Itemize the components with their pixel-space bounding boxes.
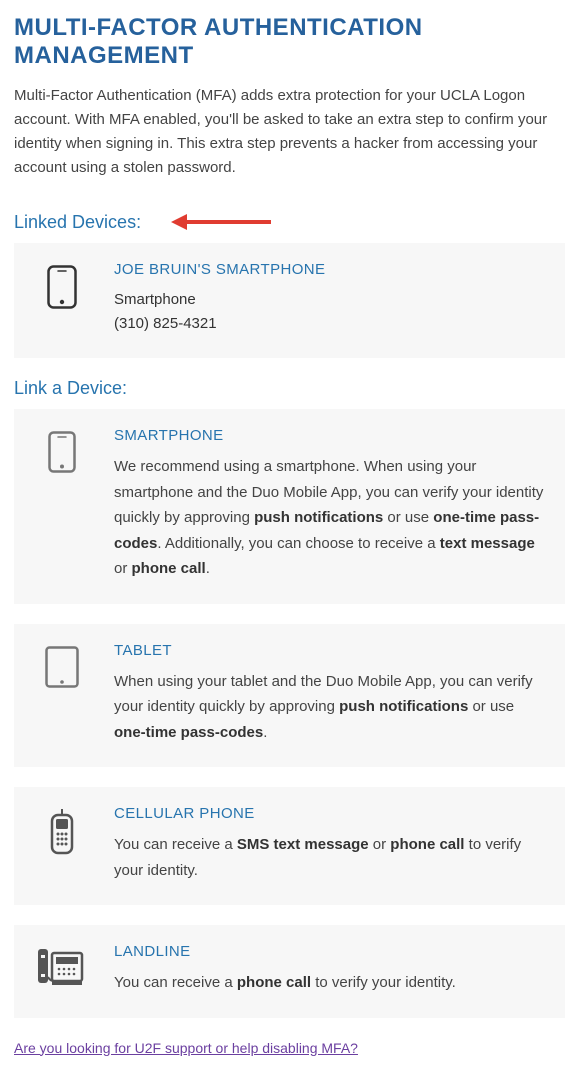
option-desc: When using your tablet and the Duo Mobil… [114, 669, 547, 746]
page-title: MULTI-FACTOR AUTHENTICATION MANAGEMENT [14, 14, 565, 70]
linked-device-number: (310) 825-4321 [114, 312, 547, 336]
option-title: TABLET [114, 642, 547, 659]
option-title: SMARTPHONE [114, 427, 547, 444]
u2f-help-link[interactable]: Are you looking for U2F support or help … [14, 1040, 358, 1056]
linked-device-type: Smartphone [114, 288, 547, 312]
link-option-tablet[interactable]: TABLET When using your tablet and the Du… [14, 624, 565, 768]
linked-device-card[interactable]: JOE BRUIN'S SMARTPHONE Smartphone (310) … [14, 243, 565, 358]
link-a-device-header: Link a Device: [14, 378, 565, 399]
intro-text: Multi-Factor Authentication (MFA) adds e… [14, 84, 565, 180]
option-desc: You can receive a phone call to verify y… [114, 970, 547, 996]
link-option-smartphone[interactable]: SMARTPHONE We recommend using a smartpho… [14, 409, 565, 604]
linked-devices-header: Linked Devices: [14, 212, 141, 233]
option-desc: We recommend using a smartphone. When us… [114, 454, 547, 582]
smartphone-icon [47, 265, 77, 309]
smartphone-icon [48, 431, 76, 473]
landline-icon [38, 947, 86, 987]
cellular-phone-icon [50, 809, 74, 855]
link-option-cellular[interactable]: CELLULAR PHONE You can receive a SMS tex… [14, 787, 565, 905]
linked-device-title: JOE BRUIN'S SMARTPHONE [114, 261, 547, 278]
link-option-landline[interactable]: LANDLINE You can receive a phone call to… [14, 925, 565, 1018]
option-title: CELLULAR PHONE [114, 805, 547, 822]
tablet-icon [45, 646, 79, 688]
annotation-arrow-icon [171, 215, 271, 229]
option-desc: You can receive a SMS text message or ph… [114, 832, 547, 883]
option-title: LANDLINE [114, 943, 547, 960]
